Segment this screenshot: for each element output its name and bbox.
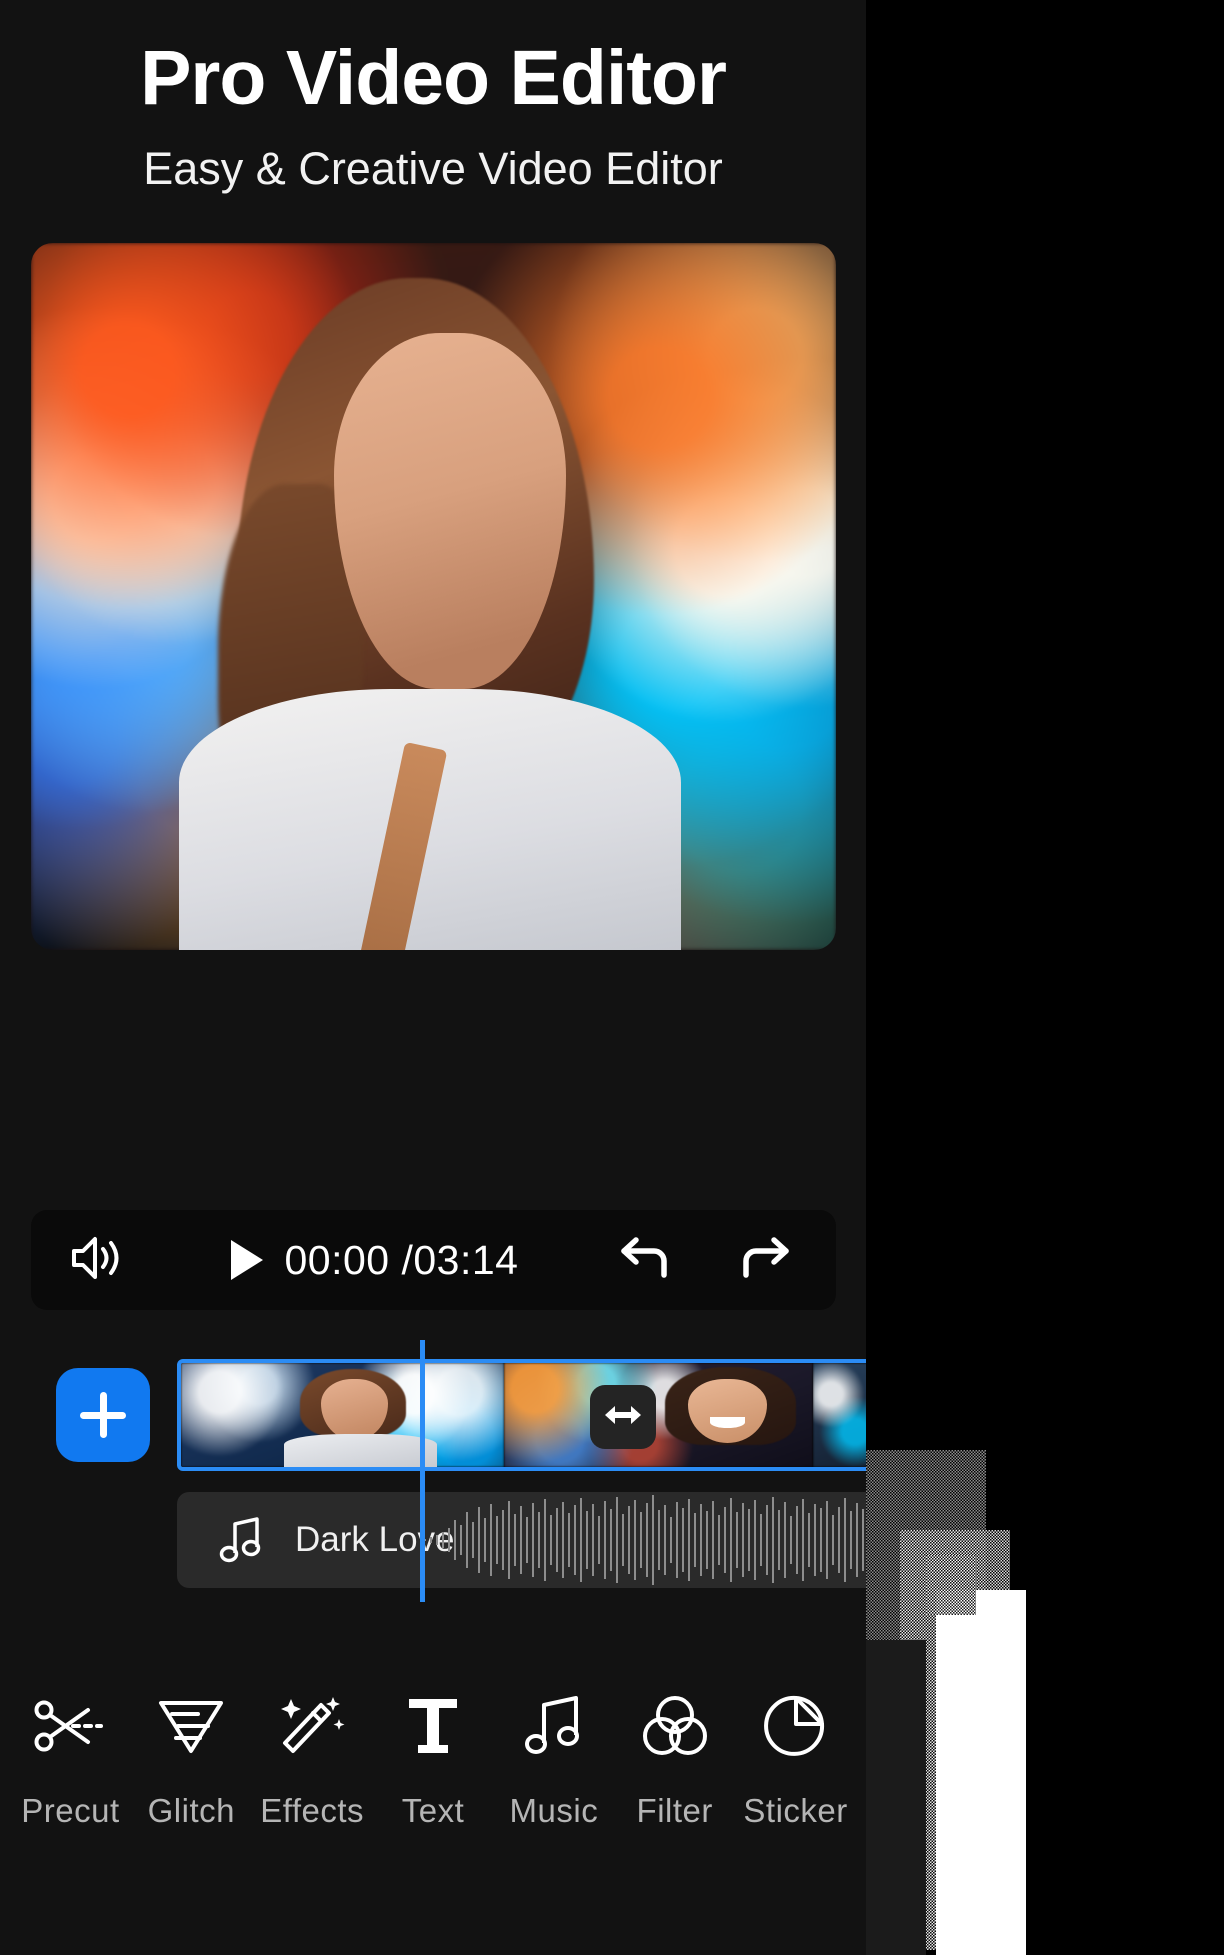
audio-waveform: [423, 1492, 866, 1588]
music-note-icon: [219, 1515, 265, 1565]
tool-label: Glitch: [147, 1792, 235, 1829]
tool-precut[interactable]: Precut: [10, 1672, 131, 1830]
redo-button[interactable]: [736, 1235, 792, 1286]
tool-label: Filter: [636, 1792, 713, 1829]
add-media-button[interactable]: [56, 1368, 150, 1462]
tool-label: Text: [401, 1792, 465, 1829]
tool-filter[interactable]: Filter: [614, 1672, 735, 1830]
video-clip-track[interactable]: [177, 1359, 866, 1471]
edge-noise-artifact: [926, 1555, 976, 1615]
speaker-icon: [67, 1232, 125, 1289]
music-note-icon: [522, 1690, 586, 1762]
sticker-icon: [763, 1690, 828, 1762]
playback-control-bar: 00:00 /03:14: [31, 1210, 836, 1310]
page-subtitle: Easy & Creative Video Editor: [143, 143, 723, 194]
header: Pro Video Editor Easy & Creative Video E…: [0, 0, 866, 195]
tool-label: Effects: [260, 1792, 365, 1829]
video-preview[interactable]: [31, 243, 836, 950]
tool-effects[interactable]: Effects: [252, 1672, 373, 1830]
tool-music[interactable]: Music: [493, 1672, 614, 1830]
timeline: Dark Love: [0, 1340, 866, 1660]
app-frame: Pro Video Editor Easy & Creative Video E…: [0, 0, 866, 1955]
edge-noise-artifact: [866, 1640, 926, 1955]
tool-text[interactable]: Text: [373, 1672, 494, 1830]
screen-root: Pro Video Editor Easy & Creative Video E…: [0, 0, 1224, 1955]
tool-label: Music: [509, 1792, 599, 1829]
bottom-toolbar: Precut Glitch Effects Text Music Filter …: [0, 1672, 866, 1912]
history-controls: [618, 1235, 792, 1286]
tool-glitch[interactable]: Glitch: [131, 1672, 252, 1830]
play-icon[interactable]: [230, 1240, 263, 1280]
preview-subject: [179, 264, 691, 950]
magic-wand-icon: [277, 1690, 347, 1762]
time-display: 00:00 /03:14: [284, 1236, 519, 1283]
edge-noise-artifact: [936, 1590, 1026, 1955]
transition-button[interactable]: [590, 1385, 656, 1449]
timeline-clip[interactable]: [181, 1363, 505, 1467]
page-title: Pro Video Editor: [140, 35, 727, 121]
playhead[interactable]: [420, 1340, 425, 1602]
scissors-icon: [33, 1690, 107, 1762]
tool-sticker[interactable]: Sticker: [735, 1672, 856, 1830]
audio-track[interactable]: Dark Love: [177, 1492, 866, 1588]
transition-swap-icon: [603, 1402, 643, 1433]
glitch-triangle-icon: [156, 1690, 226, 1762]
playback-center: 00:00 /03:14: [131, 1237, 618, 1284]
text-t-icon: [405, 1690, 461, 1762]
tool-label: Precut: [21, 1792, 120, 1829]
undo-button[interactable]: [618, 1235, 674, 1286]
filter-circles-icon: [642, 1690, 708, 1762]
timeline-clip[interactable]: [813, 1363, 866, 1467]
volume-button[interactable]: [61, 1232, 131, 1289]
tool-label: Sticker: [743, 1792, 848, 1829]
timeline-clip[interactable]: [504, 1363, 814, 1467]
